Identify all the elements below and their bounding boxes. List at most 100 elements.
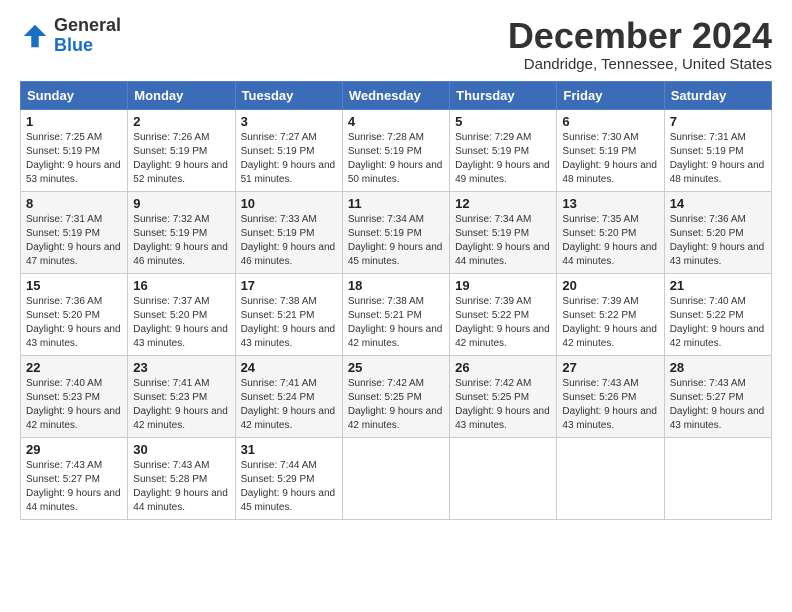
day-number: 21 (670, 278, 766, 293)
calendar-cell: 23 Sunrise: 7:41 AM Sunset: 5:23 PM Dayl… (128, 355, 235, 437)
day-number: 25 (348, 360, 444, 375)
day-number: 13 (562, 196, 658, 211)
calendar-cell: 7 Sunrise: 7:31 AM Sunset: 5:19 PM Dayli… (664, 109, 771, 191)
calendar-cell: 5 Sunrise: 7:29 AM Sunset: 5:19 PM Dayli… (450, 109, 557, 191)
day-number: 6 (562, 114, 658, 129)
day-info: Sunrise: 7:41 AM Sunset: 5:24 PM Dayligh… (241, 377, 337, 433)
calendar-cell: 12 Sunrise: 7:34 AM Sunset: 5:19 PM Dayl… (450, 191, 557, 273)
day-number: 16 (133, 278, 229, 293)
calendar-cell: 4 Sunrise: 7:28 AM Sunset: 5:19 PM Dayli… (342, 109, 449, 191)
day-number: 11 (348, 196, 444, 211)
calendar-cell: 30 Sunrise: 7:43 AM Sunset: 5:28 PM Dayl… (128, 437, 235, 519)
day-number: 18 (348, 278, 444, 293)
day-info: Sunrise: 7:36 AM Sunset: 5:20 PM Dayligh… (670, 213, 766, 269)
week-row-5: 29 Sunrise: 7:43 AM Sunset: 5:27 PM Dayl… (21, 437, 772, 519)
week-row-4: 22 Sunrise: 7:40 AM Sunset: 5:23 PM Dayl… (21, 355, 772, 437)
day-info: Sunrise: 7:30 AM Sunset: 5:19 PM Dayligh… (562, 131, 658, 187)
logo-icon (20, 21, 50, 51)
calendar-cell: 19 Sunrise: 7:39 AM Sunset: 5:22 PM Dayl… (450, 273, 557, 355)
logo: General Blue (20, 16, 121, 56)
day-info: Sunrise: 7:31 AM Sunset: 5:19 PM Dayligh… (26, 213, 122, 269)
calendar-table: SundayMondayTuesdayWednesdayThursdayFrid… (20, 81, 772, 520)
day-number: 17 (241, 278, 337, 293)
day-number: 30 (133, 442, 229, 457)
day-info: Sunrise: 7:43 AM Sunset: 5:26 PM Dayligh… (562, 377, 658, 433)
day-info: Sunrise: 7:40 AM Sunset: 5:22 PM Dayligh… (670, 295, 766, 351)
day-number: 5 (455, 114, 551, 129)
title-section: December 2024 Dandridge, Tennessee, Unit… (508, 16, 772, 73)
day-info: Sunrise: 7:44 AM Sunset: 5:29 PM Dayligh… (241, 459, 337, 515)
day-number: 9 (133, 196, 229, 211)
calendar-cell: 16 Sunrise: 7:37 AM Sunset: 5:20 PM Dayl… (128, 273, 235, 355)
calendar-cell: 28 Sunrise: 7:43 AM Sunset: 5:27 PM Dayl… (664, 355, 771, 437)
calendar-cell (557, 437, 664, 519)
calendar-cell: 25 Sunrise: 7:42 AM Sunset: 5:25 PM Dayl… (342, 355, 449, 437)
header-thursday: Thursday (450, 81, 557, 109)
day-number: 15 (26, 278, 122, 293)
calendar-cell: 24 Sunrise: 7:41 AM Sunset: 5:24 PM Dayl… (235, 355, 342, 437)
calendar-header: SundayMondayTuesdayWednesdayThursdayFrid… (21, 81, 772, 109)
header-friday: Friday (557, 81, 664, 109)
calendar-cell: 2 Sunrise: 7:26 AM Sunset: 5:19 PM Dayli… (128, 109, 235, 191)
week-row-2: 8 Sunrise: 7:31 AM Sunset: 5:19 PM Dayli… (21, 191, 772, 273)
calendar-cell: 21 Sunrise: 7:40 AM Sunset: 5:22 PM Dayl… (664, 273, 771, 355)
week-row-1: 1 Sunrise: 7:25 AM Sunset: 5:19 PM Dayli… (21, 109, 772, 191)
day-info: Sunrise: 7:28 AM Sunset: 5:19 PM Dayligh… (348, 131, 444, 187)
calendar-cell: 26 Sunrise: 7:42 AM Sunset: 5:25 PM Dayl… (450, 355, 557, 437)
calendar-cell: 29 Sunrise: 7:43 AM Sunset: 5:27 PM Dayl… (21, 437, 128, 519)
header-wednesday: Wednesday (342, 81, 449, 109)
day-info: Sunrise: 7:43 AM Sunset: 5:27 PM Dayligh… (26, 459, 122, 515)
day-number: 1 (26, 114, 122, 129)
day-number: 29 (26, 442, 122, 457)
day-info: Sunrise: 7:35 AM Sunset: 5:20 PM Dayligh… (562, 213, 658, 269)
calendar-cell (450, 437, 557, 519)
day-info: Sunrise: 7:42 AM Sunset: 5:25 PM Dayligh… (455, 377, 551, 433)
day-info: Sunrise: 7:41 AM Sunset: 5:23 PM Dayligh… (133, 377, 229, 433)
day-info: Sunrise: 7:25 AM Sunset: 5:19 PM Dayligh… (26, 131, 122, 187)
day-number: 2 (133, 114, 229, 129)
calendar-cell: 8 Sunrise: 7:31 AM Sunset: 5:19 PM Dayli… (21, 191, 128, 273)
day-number: 19 (455, 278, 551, 293)
header-row: SundayMondayTuesdayWednesdayThursdayFrid… (21, 81, 772, 109)
day-info: Sunrise: 7:34 AM Sunset: 5:19 PM Dayligh… (455, 213, 551, 269)
day-number: 24 (241, 360, 337, 375)
location-title: Dandridge, Tennessee, United States (508, 56, 772, 73)
header-tuesday: Tuesday (235, 81, 342, 109)
month-title: December 2024 (508, 16, 772, 56)
day-info: Sunrise: 7:38 AM Sunset: 5:21 PM Dayligh… (241, 295, 337, 351)
day-number: 7 (670, 114, 766, 129)
calendar-cell: 10 Sunrise: 7:33 AM Sunset: 5:19 PM Dayl… (235, 191, 342, 273)
day-number: 26 (455, 360, 551, 375)
calendar-cell (342, 437, 449, 519)
day-number: 20 (562, 278, 658, 293)
day-info: Sunrise: 7:26 AM Sunset: 5:19 PM Dayligh… (133, 131, 229, 187)
day-info: Sunrise: 7:37 AM Sunset: 5:20 PM Dayligh… (133, 295, 229, 351)
calendar-cell: 6 Sunrise: 7:30 AM Sunset: 5:19 PM Dayli… (557, 109, 664, 191)
header-saturday: Saturday (664, 81, 771, 109)
day-number: 22 (26, 360, 122, 375)
calendar-cell: 1 Sunrise: 7:25 AM Sunset: 5:19 PM Dayli… (21, 109, 128, 191)
page-header: General Blue December 2024 Dandridge, Te… (20, 16, 772, 73)
calendar-cell: 17 Sunrise: 7:38 AM Sunset: 5:21 PM Dayl… (235, 273, 342, 355)
day-info: Sunrise: 7:40 AM Sunset: 5:23 PM Dayligh… (26, 377, 122, 433)
calendar-cell: 14 Sunrise: 7:36 AM Sunset: 5:20 PM Dayl… (664, 191, 771, 273)
day-number: 12 (455, 196, 551, 211)
calendar-cell: 11 Sunrise: 7:34 AM Sunset: 5:19 PM Dayl… (342, 191, 449, 273)
day-number: 23 (133, 360, 229, 375)
day-info: Sunrise: 7:32 AM Sunset: 5:19 PM Dayligh… (133, 213, 229, 269)
week-row-3: 15 Sunrise: 7:36 AM Sunset: 5:20 PM Dayl… (21, 273, 772, 355)
day-number: 27 (562, 360, 658, 375)
day-info: Sunrise: 7:43 AM Sunset: 5:27 PM Dayligh… (670, 377, 766, 433)
day-number: 28 (670, 360, 766, 375)
header-sunday: Sunday (21, 81, 128, 109)
day-info: Sunrise: 7:36 AM Sunset: 5:20 PM Dayligh… (26, 295, 122, 351)
logo-text: General Blue (54, 16, 121, 56)
day-number: 31 (241, 442, 337, 457)
day-info: Sunrise: 7:27 AM Sunset: 5:19 PM Dayligh… (241, 131, 337, 187)
day-number: 10 (241, 196, 337, 211)
calendar-cell: 31 Sunrise: 7:44 AM Sunset: 5:29 PM Dayl… (235, 437, 342, 519)
day-info: Sunrise: 7:29 AM Sunset: 5:19 PM Dayligh… (455, 131, 551, 187)
day-info: Sunrise: 7:39 AM Sunset: 5:22 PM Dayligh… (455, 295, 551, 351)
day-info: Sunrise: 7:43 AM Sunset: 5:28 PM Dayligh… (133, 459, 229, 515)
day-info: Sunrise: 7:34 AM Sunset: 5:19 PM Dayligh… (348, 213, 444, 269)
